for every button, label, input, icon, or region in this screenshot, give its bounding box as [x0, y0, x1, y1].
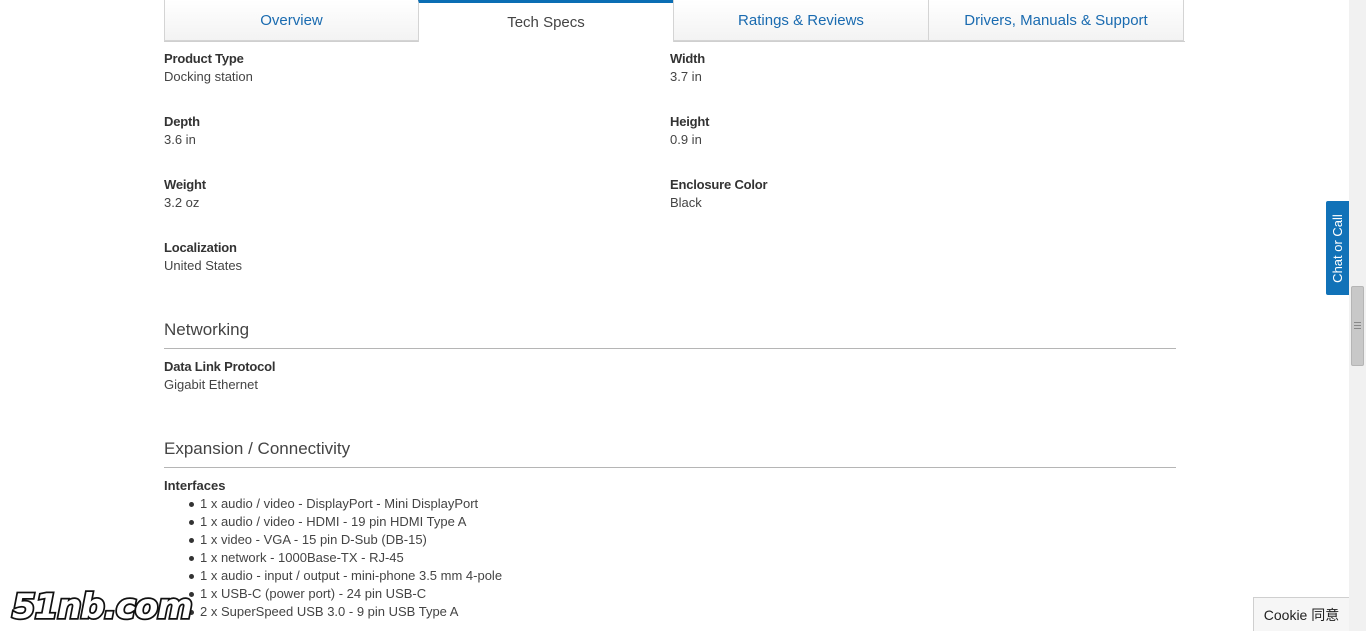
spec-value: Gigabit Ethernet — [164, 377, 258, 392]
list-item: 1 x network - 1000Base-TX - RJ-45 — [188, 549, 502, 567]
spec-label: Data Link Protocol — [164, 359, 276, 374]
section-title-expansion: Expansion / Connectivity — [164, 439, 1176, 468]
tab-ratings-reviews[interactable]: Ratings & Reviews — [673, 0, 929, 41]
scrollbar-grip-icon — [1354, 322, 1361, 329]
list-item: 1 x audio / video - DisplayPort - Mini D… — [188, 495, 502, 513]
spec-product-type: Product Type Docking station — [164, 50, 253, 86]
spec-label: Depth — [164, 114, 200, 129]
spec-value: United States — [164, 258, 243, 273]
spec-label: Localization — [164, 240, 237, 255]
page: Overview Tech Specs Ratings & Reviews Dr… — [0, 0, 1366, 631]
spec-value: 3.2 oz — [164, 195, 200, 210]
tab-tech-specs[interactable]: Tech Specs — [418, 0, 674, 42]
spec-label: Width — [670, 51, 705, 66]
interfaces-list: 1 x audio / video - DisplayPort - Mini D… — [188, 495, 502, 621]
product-tabs: Overview Tech Specs Ratings & Reviews Dr… — [164, 0, 1185, 42]
cookie-consent-button[interactable]: Cookie 同意 — [1253, 597, 1349, 631]
spec-value: Docking station — [164, 69, 253, 84]
spec-width: Width 3.7 in — [670, 50, 705, 86]
list-item: 1 x video - VGA - 15 pin D-Sub (DB-15) — [188, 531, 502, 549]
list-item: 2 x SuperSpeed USB 3.0 - 9 pin USB Type … — [188, 603, 502, 621]
svg-text:51nb.com: 51nb.com — [12, 587, 192, 627]
spec-localization: Localization United States — [164, 239, 242, 275]
spec-height: Height 0.9 in — [670, 113, 709, 149]
tab-drivers-manuals-support[interactable]: Drivers, Manuals & Support — [928, 0, 1184, 41]
spec-label: Weight — [164, 177, 206, 192]
spec-interfaces: Interfaces 1 x audio / video - DisplayPo… — [164, 477, 502, 621]
tab-overview[interactable]: Overview — [164, 0, 419, 41]
list-item: 1 x USB-C (power port) - 24 pin USB-C — [188, 585, 502, 603]
spec-value: 0.9 in — [670, 132, 702, 147]
spec-enclosure-color: Enclosure Color Black — [670, 176, 768, 212]
spec-weight: Weight 3.2 oz — [164, 176, 206, 212]
spec-label: Interfaces — [164, 478, 226, 493]
chat-or-call-label: Chat or Call — [1330, 213, 1346, 283]
spec-data-link-protocol: Data Link Protocol Gigabit Ethernet — [164, 358, 275, 394]
section-title-networking: Networking — [164, 320, 1176, 349]
list-item: 1 x audio - input / output - mini-phone … — [188, 567, 502, 585]
spec-label: Product Type — [164, 51, 244, 66]
list-item: 1 x audio / video - HDMI - 19 pin HDMI T… — [188, 513, 502, 531]
spec-depth: Depth 3.6 in — [164, 113, 200, 149]
spec-label: Height — [670, 114, 710, 129]
spec-value: 3.6 in — [164, 132, 196, 147]
spec-value: 3.7 in — [670, 69, 702, 84]
chat-or-call-button[interactable]: Chat or Call — [1326, 201, 1349, 295]
spec-value: Black — [670, 195, 702, 210]
spec-label: Enclosure Color — [670, 177, 768, 192]
watermark-logo: 51nb.com — [10, 585, 194, 628]
